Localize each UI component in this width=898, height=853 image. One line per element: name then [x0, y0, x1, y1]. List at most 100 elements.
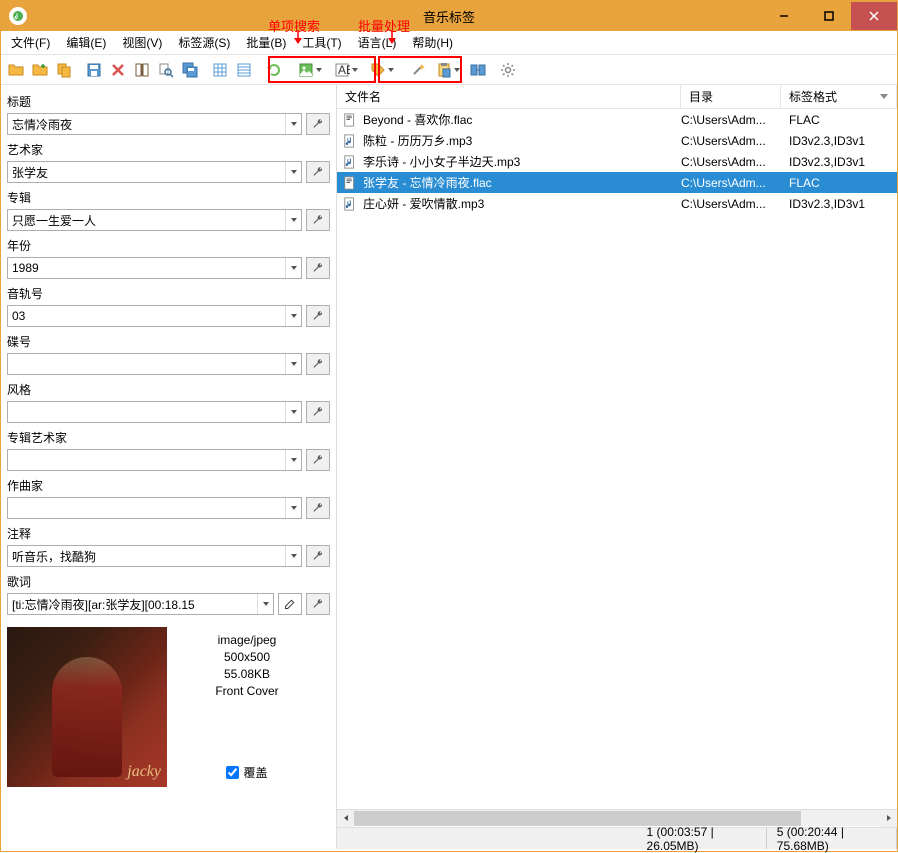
app-icon: [9, 7, 27, 25]
grid-icon[interactable]: [209, 59, 231, 81]
genre-config-button[interactable]: [306, 401, 330, 423]
comment-input[interactable]: 听音乐，找酷狗: [7, 545, 302, 567]
composer-input[interactable]: [7, 497, 302, 519]
chevron-down-icon: [880, 94, 888, 99]
list-icon[interactable]: [233, 59, 255, 81]
composer-config-button[interactable]: [306, 497, 330, 519]
file-tagformat: ID3v2.3,ID3v1: [781, 197, 897, 211]
flac-file-icon: [343, 176, 361, 190]
file-tagformat: FLAC: [781, 176, 897, 190]
status-current: 1 (00:03:57 | 26.05MB): [637, 828, 767, 849]
menu-language[interactable]: 语言(L): [350, 31, 405, 54]
title-label: 标题: [7, 93, 330, 110]
mp3-file-icon: [343, 197, 361, 211]
copy-icon[interactable]: [53, 59, 75, 81]
genre-label: 风格: [7, 381, 330, 398]
text-tool-dropdown[interactable]: ABC: [329, 59, 363, 81]
compare-icon[interactable]: [467, 59, 489, 81]
disc-label: 碟号: [7, 333, 330, 350]
year-config-button[interactable]: [306, 257, 330, 279]
save-icon[interactable]: [83, 59, 105, 81]
file-tagformat: FLAC: [781, 113, 897, 127]
refresh-icon[interactable]: [263, 59, 285, 81]
file-list-header: 文件名 目录 标签格式: [337, 85, 897, 109]
maximize-button[interactable]: [806, 2, 851, 30]
menu-batch[interactable]: 批量(B): [238, 31, 294, 54]
status-total: 5 (00:20:44 | 75.68MB): [767, 828, 897, 849]
scroll-thumb[interactable]: [354, 811, 801, 826]
file-row[interactable]: 张学友 - 忘情冷雨夜.flacC:\Users\Adm...FLAC: [337, 172, 897, 193]
column-tagformat[interactable]: 标签格式: [781, 85, 897, 108]
cover-size: 55.08KB: [224, 667, 270, 681]
disc-input[interactable]: [7, 353, 302, 375]
mp3-file-icon: [343, 134, 361, 148]
delete-icon[interactable]: [107, 59, 129, 81]
close-button[interactable]: [851, 2, 897, 30]
cover-art[interactable]: [7, 627, 167, 787]
save-all-icon[interactable]: [179, 59, 201, 81]
file-row[interactable]: 李乐诗 - 小小女子半边天.mp3C:\Users\Adm...ID3v2.3,…: [337, 151, 897, 172]
file-list[interactable]: Beyond - 喜欢你.flacC:\Users\Adm...FLAC陈粒 -…: [337, 109, 897, 809]
lyrics-label: 歌词: [7, 573, 330, 590]
albumartist-label: 专辑艺术家: [7, 429, 330, 446]
disc-config-button[interactable]: [306, 353, 330, 375]
file-name: Beyond - 喜欢你.flac: [361, 111, 681, 128]
minimize-button[interactable]: [761, 2, 806, 30]
albumartist-config-button[interactable]: [306, 449, 330, 471]
file-row[interactable]: Beyond - 喜欢你.flacC:\Users\Adm...FLAC: [337, 109, 897, 130]
cover-mime: image/jpeg: [218, 633, 277, 647]
tag-tool-dropdown[interactable]: [365, 59, 399, 81]
file-tagformat: ID3v2.3,ID3v1: [781, 134, 897, 148]
menu-view[interactable]: 视图(V): [114, 31, 170, 54]
image-tool-dropdown[interactable]: [293, 59, 327, 81]
wand-icon[interactable]: [407, 59, 429, 81]
add-folder-icon[interactable]: [29, 59, 51, 81]
albumartist-input[interactable]: [7, 449, 302, 471]
title-config-button[interactable]: [306, 113, 330, 135]
album-label: 专辑: [7, 189, 330, 206]
year-input[interactable]: 1989: [7, 257, 302, 279]
scroll-left-button[interactable]: [337, 810, 354, 827]
column-filename[interactable]: 文件名: [337, 85, 681, 108]
cover-dimensions: 500x500: [224, 650, 270, 664]
file-directory: C:\Users\Adm...: [681, 155, 781, 169]
menu-edit[interactable]: 编辑(E): [58, 31, 114, 54]
lyrics-edit-button[interactable]: [278, 593, 302, 615]
overwrite-checkbox[interactable]: 覆盖: [226, 764, 267, 787]
genre-input[interactable]: [7, 401, 302, 423]
artist-input[interactable]: 张学友: [7, 161, 302, 183]
lyrics-config-button[interactable]: [306, 593, 330, 615]
year-label: 年份: [7, 237, 330, 254]
book-icon[interactable]: [131, 59, 153, 81]
settings-icon[interactable]: [497, 59, 519, 81]
artist-config-button[interactable]: [306, 161, 330, 183]
file-name: 张学友 - 忘情冷雨夜.flac: [361, 174, 681, 191]
track-config-button[interactable]: [306, 305, 330, 327]
track-input[interactable]: 03: [7, 305, 302, 327]
album-input[interactable]: 只愿一生爱一人: [7, 209, 302, 231]
file-row[interactable]: 陈粒 - 历历万乡.mp3C:\Users\Adm...ID3v2.3,ID3v…: [337, 130, 897, 151]
file-row[interactable]: 庄心妍 - 爱吹情散.mp3C:\Users\Adm...ID3v2.3,ID3…: [337, 193, 897, 214]
mp3-file-icon: [343, 155, 361, 169]
toolbar: ABC: [1, 55, 897, 85]
lyrics-input[interactable]: [ti:忘情冷雨夜][ar:张学友][00:18.15: [7, 593, 274, 615]
cover-type: Front Cover: [215, 684, 278, 698]
title-input[interactable]: 忘情冷雨夜: [7, 113, 302, 135]
paste-tool-dropdown[interactable]: [431, 59, 465, 81]
svg-text:ABC: ABC: [338, 63, 350, 77]
comment-config-button[interactable]: [306, 545, 330, 567]
horizontal-scrollbar[interactable]: [337, 809, 897, 826]
file-directory: C:\Users\Adm...: [681, 176, 781, 190]
window-title: 音乐标签: [423, 7, 475, 26]
open-folder-icon[interactable]: [5, 59, 27, 81]
menu-help[interactable]: 帮助(H): [404, 31, 461, 54]
find-icon[interactable]: [155, 59, 177, 81]
menu-tagsource[interactable]: 标签源(S): [170, 31, 238, 54]
menu-tools[interactable]: 工具(T): [294, 31, 349, 54]
menu-file[interactable]: 文件(F): [3, 31, 58, 54]
column-directory[interactable]: 目录: [681, 85, 781, 108]
menu-bar: 文件(F) 编辑(E) 视图(V) 标签源(S) 批量(B) 工具(T) 语言(…: [1, 31, 897, 55]
file-name: 陈粒 - 历历万乡.mp3: [361, 132, 681, 149]
artist-label: 艺术家: [7, 141, 330, 158]
album-config-button[interactable]: [306, 209, 330, 231]
